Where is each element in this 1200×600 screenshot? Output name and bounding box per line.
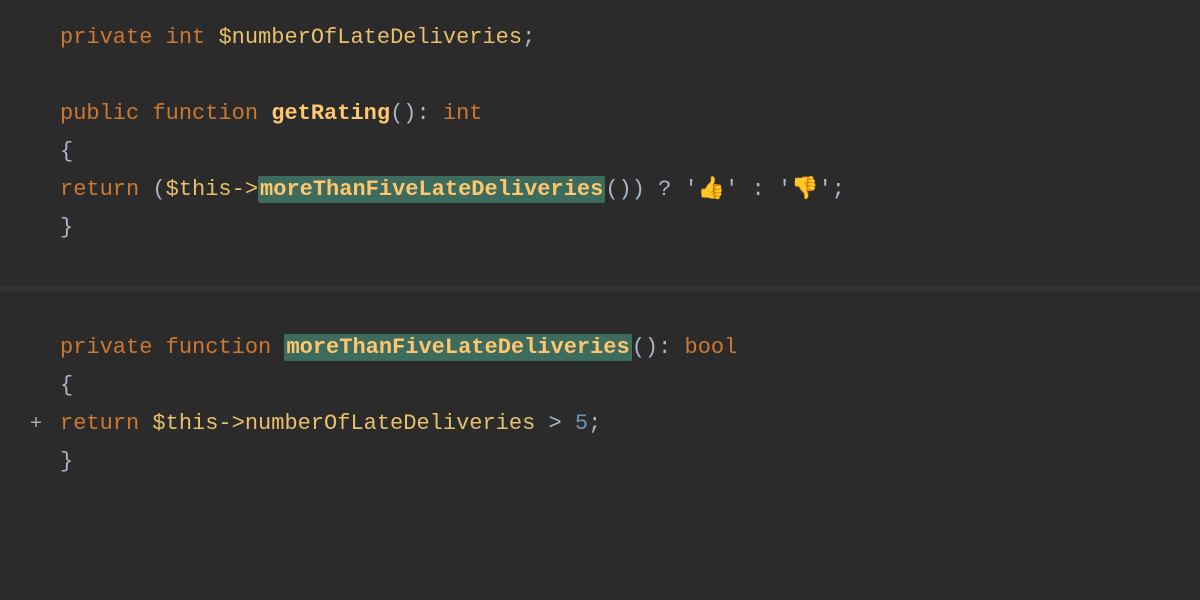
number-five: 5 (575, 411, 588, 436)
code-line-12: } (0, 444, 1200, 482)
code-line-4: { (0, 134, 1200, 172)
keyword-private: private (60, 25, 166, 50)
paren-colon-2: (): (632, 335, 685, 360)
code-content-10: { (60, 368, 1170, 403)
code-content-5: return ($this->moreThanFiveLateDeliverie… (60, 172, 1170, 207)
keyword-return-1: return (60, 177, 152, 202)
gt-operator: > (535, 411, 575, 436)
this-arrow-2: $this->numberOfLateDeliveries (152, 411, 535, 436)
code-content-12: } (60, 444, 1170, 479)
code-line-1: private int $numberOfLateDeliveries; (0, 20, 1200, 58)
keyword-function-2: function (166, 335, 285, 360)
code-content-6: } (60, 210, 1170, 245)
keyword-private-2: private (60, 335, 166, 360)
function-name-highlighted: moreThanFiveLateDeliveries (284, 334, 631, 361)
code-line-6: } (0, 210, 1200, 248)
gutter-marker: + (30, 413, 42, 436)
keyword-return-2: return (60, 411, 152, 436)
code-line-11: + return $this->numberOfLateDeliveries >… (0, 406, 1200, 444)
open-paren-1: ( (152, 177, 165, 202)
method-call-highlighted: moreThanFiveLateDeliveries (258, 176, 605, 203)
code-content-3: public function getRating(): int (60, 96, 1170, 131)
thumbs-up-emoji: 👍 (698, 177, 725, 202)
open-brace-2: { (60, 373, 73, 398)
return-type-int: int (443, 101, 483, 126)
keyword-function-1: function (152, 101, 271, 126)
code-line-10: { (0, 368, 1200, 406)
code-content-1: private int $numberOfLateDeliveries; (60, 20, 1170, 55)
code-line-empty-1 (0, 58, 1200, 96)
semicolon: ; (522, 25, 535, 50)
keyword-int: int (166, 25, 219, 50)
string-end: '; (819, 177, 845, 202)
code-line-empty-2 (0, 248, 1200, 286)
this-arrow-1: $this-> (166, 177, 258, 202)
semicolon-2: ; (588, 411, 601, 436)
function-name-get-rating: getRating (271, 101, 390, 126)
code-line-3: public function getRating(): int (0, 96, 1200, 134)
paren-colon: (): (390, 101, 443, 126)
code-line-5: return ($this->moreThanFiveLateDeliverie… (0, 172, 1200, 210)
code-content-9: private function moreThanFiveLateDeliver… (60, 330, 1170, 365)
code-content-empty-2 (60, 248, 1170, 283)
code-editor: private int $numberOfLateDeliveries; pub… (0, 0, 1200, 600)
close-brace-2: } (60, 449, 73, 474)
close-brace-1: } (60, 215, 73, 240)
variable-number-late: $numberOfLateDeliveries (218, 25, 522, 50)
open-brace-1: { (60, 139, 73, 164)
code-content-empty-3 (60, 292, 1170, 327)
code-content-4: { (60, 134, 1170, 169)
code-line-9: private function moreThanFiveLateDeliver… (0, 330, 1200, 368)
ternary-colon: ' : ' (725, 177, 791, 202)
code-content-11: return $this->numberOfLateDeliveries > 5… (60, 406, 1170, 441)
keyword-public: public (60, 101, 152, 126)
code-line-empty-3 (0, 292, 1200, 330)
thumbs-down-emoji: 👎 (791, 177, 818, 202)
gutter-11: + (30, 409, 50, 441)
call-rest: ()) ? ' (605, 177, 697, 202)
return-type-bool: bool (685, 335, 738, 360)
code-content-empty-1 (60, 58, 1170, 93)
